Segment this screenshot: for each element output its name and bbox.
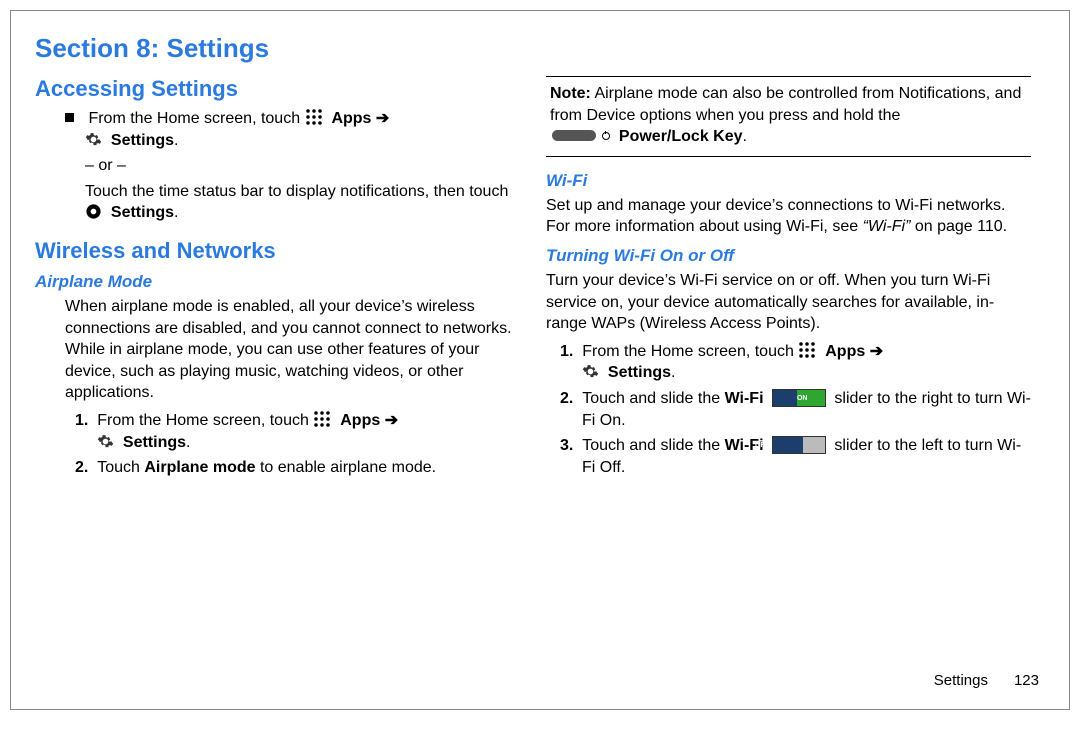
gear-icon	[97, 433, 114, 450]
arrow-icon: ➔	[376, 110, 389, 127]
wifi-step-2: 2. Touch and slide the Wi-Fi slider to t…	[546, 388, 1031, 431]
arrow-icon: ➔	[870, 343, 883, 360]
heading-accessing-settings: Accessing Settings	[35, 76, 520, 102]
right-column: Note: Airplane mode can also be controll…	[546, 76, 1031, 483]
note-rule-bottom	[546, 156, 1031, 157]
airplane-step-1: 1. From the Home screen, touch Apps ➔ Se…	[35, 410, 520, 453]
turning-wifi-desc: Turn your device’s Wi-Fi service on or o…	[546, 270, 1031, 335]
wifi-slider-off-icon	[772, 436, 826, 454]
wifi-slider-on-icon	[772, 389, 826, 407]
arrow-icon: ➔	[385, 412, 398, 429]
airplane-mode-desc: When airplane mode is enabled, all your …	[35, 296, 520, 404]
wifi-step-1: 1. From the Home screen, touch Apps ➔ Se…	[546, 341, 1031, 384]
gear-icon	[85, 203, 102, 220]
accessing-alt: Touch the time status bar to display not…	[35, 181, 520, 224]
apps-icon	[313, 410, 331, 428]
gear-icon	[85, 131, 102, 148]
wifi-step-3: 3. Touch and slide the Wi-Fi slider to t…	[546, 435, 1031, 478]
wifi-desc: Set up and manage your device’s connecti…	[546, 195, 1031, 238]
note-rule-top	[546, 76, 1031, 77]
subheading-wifi: Wi-Fi	[546, 171, 1031, 191]
square-bullet-icon	[65, 113, 74, 122]
accessing-or: – or –	[35, 155, 520, 177]
accessing-step: From the Home screen, touch Apps ➔ Setti…	[35, 108, 520, 151]
subheading-airplane-mode: Airplane Mode	[35, 272, 520, 292]
gear-icon	[582, 363, 599, 380]
apps-icon	[305, 108, 323, 126]
power-indicator-icon	[602, 132, 610, 140]
section-title: Section 8: Settings	[35, 33, 1045, 64]
left-column: Accessing Settings From the Home screen,…	[35, 76, 520, 483]
page-footer: Settings123	[934, 672, 1039, 689]
airplane-step-2: 2. Touch Airplane mode to enable airplan…	[35, 457, 520, 479]
subheading-turning-wifi: Turning Wi-Fi On or Off	[546, 246, 1031, 266]
heading-wireless-networks: Wireless and Networks	[35, 238, 520, 264]
power-key-icon	[552, 130, 596, 141]
note-text: Note: Airplane mode can also be controll…	[546, 83, 1031, 148]
apps-icon	[798, 341, 816, 359]
